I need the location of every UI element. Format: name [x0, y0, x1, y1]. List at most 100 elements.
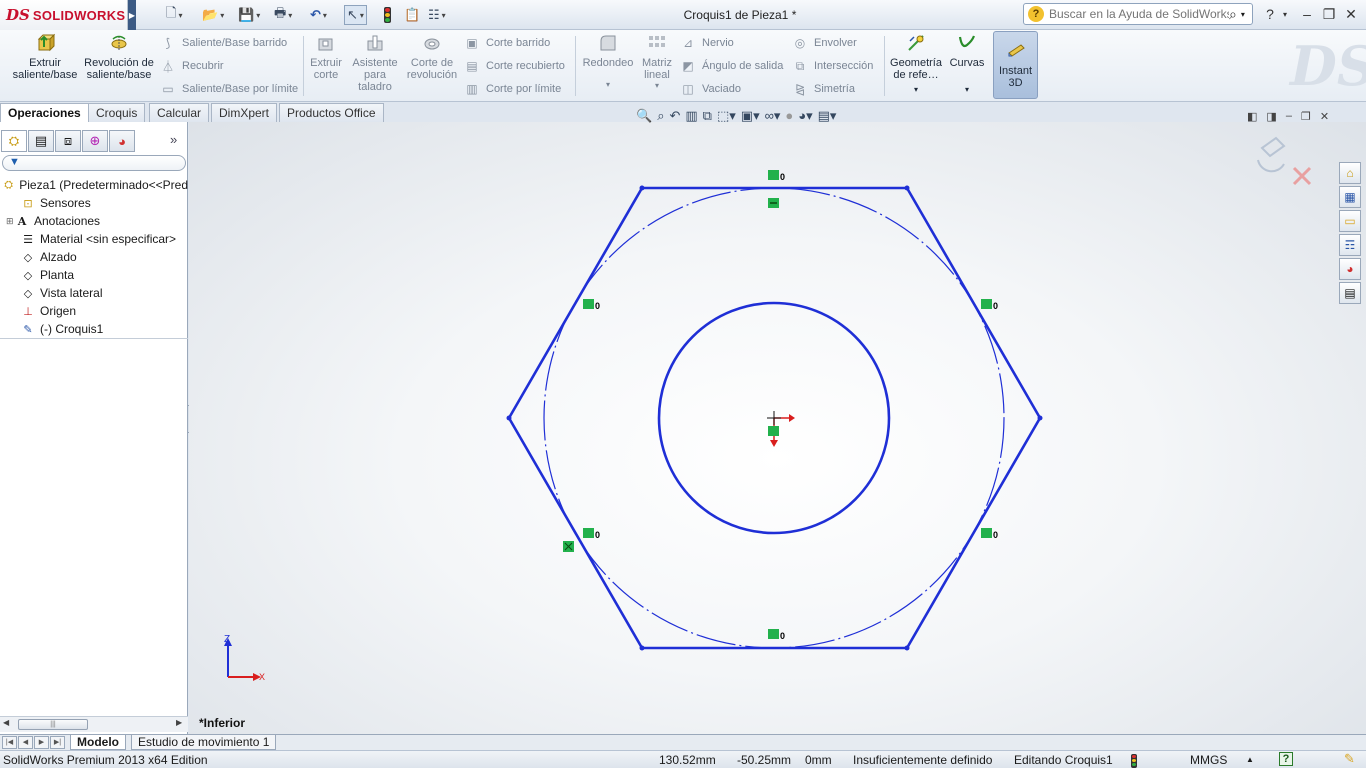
shell-button[interactable]: ◫ Vaciado — [680, 80, 741, 98]
panel-horizontal-scrollbar[interactable]: ◀ ||| ▶ — [0, 716, 188, 732]
sketch-point[interactable] — [904, 645, 910, 651]
instant3d-button[interactable]: Instant 3D — [993, 31, 1038, 99]
propertymanager-tab[interactable]: ▤ — [28, 130, 54, 152]
display-style-icon[interactable]: ▣▾ — [741, 108, 760, 126]
rib-button[interactable]: ⊿ Nervio — [680, 34, 734, 52]
dimxpertmanager-tab[interactable]: ⊕ — [82, 130, 108, 152]
sketch-canvas[interactable]: 0 0 0 0 0 0 Z X — [189, 122, 1366, 734]
print-button[interactable]: 🖶 ▾ — [274, 5, 292, 25]
view-settings-icon[interactable]: ▤▾ — [818, 108, 837, 126]
equal-relation-icon[interactable] — [981, 299, 992, 309]
minimize-button[interactable]: – — [1298, 4, 1316, 24]
zoom-area-icon[interactable]: ⌕ — [657, 108, 664, 126]
help-menu-dropdown[interactable]: ▾ — [1280, 4, 1290, 24]
loft-boss-button[interactable]: ⏃ Recubrir — [160, 57, 224, 75]
sketch-point[interactable] — [639, 185, 645, 191]
help-search-input[interactable] — [1049, 7, 1229, 21]
tab-modelo[interactable]: Modelo — [70, 735, 126, 750]
search-icon[interactable]: ⌕ — [1229, 6, 1237, 23]
file-explorer-tab[interactable]: ▭ — [1339, 210, 1361, 232]
linear-pattern-button[interactable]: Matriz lineal ▾ — [638, 32, 676, 92]
file-properties-button[interactable]: 📋 — [404, 5, 420, 25]
edit-appearance-icon[interactable]: ● — [785, 108, 793, 126]
tree-item-croquis1[interactable]: ✎ (-) Croquis1 — [0, 320, 188, 338]
help-search-box[interactable]: ? ⌕ ▾ — [1023, 3, 1253, 25]
help-menu-button[interactable]: ? — [1262, 4, 1278, 24]
expand-tabs-icon[interactable]: » — [170, 132, 177, 147]
tile-right-icon[interactable]: ◨ — [1266, 110, 1276, 123]
scroll-left-icon[interactable]: ◀ — [3, 718, 9, 727]
equal-relation-icon[interactable] — [583, 299, 594, 309]
mirror-button[interactable]: ⧎ Simetría — [792, 80, 855, 98]
menu-expand-icon[interactable]: ▶ — [128, 0, 136, 30]
reference-geometry-button[interactable]: Geometría de refe… ▾ — [888, 32, 944, 96]
hole-wizard-button[interactable]: Asistente para taladro — [350, 32, 400, 93]
prev-tab-icon[interactable]: ◀ — [18, 736, 33, 749]
doc-minimize-icon[interactable]: – — [1286, 110, 1292, 123]
select-button[interactable]: ↖ ▾ — [344, 5, 367, 25]
equal-relation-icon[interactable] — [768, 629, 779, 639]
exit-sketch-icon[interactable] — [1257, 136, 1286, 173]
tab-motion-study[interactable]: Estudio de movimiento 1 — [131, 735, 277, 750]
rebuild-status-icon[interactable] — [1131, 752, 1137, 768]
revolve-boss-button[interactable]: Revolución de saliente/base — [84, 32, 154, 81]
doc-close-icon[interactable]: ✕ — [1320, 110, 1329, 123]
revolve-cut-button[interactable]: Corte de revolución — [404, 32, 460, 81]
draft-button[interactable]: ◩ Ángulo de salida — [680, 57, 783, 75]
sketch-point[interactable] — [639, 645, 645, 651]
design-library-tab[interactable]: ▦ — [1339, 186, 1361, 208]
tree-item-alzado[interactable]: ◇ Alzado — [0, 248, 188, 266]
custom-properties-tab[interactable]: ▤ — [1339, 282, 1361, 304]
tree-item-anotaciones[interactable]: ⊞ A Anotaciones — [0, 212, 188, 230]
swept-boss-button[interactable]: ⟆ Saliente/Base barrido — [160, 34, 288, 52]
rebuild-button[interactable] — [384, 5, 391, 25]
scroll-right-icon[interactable]: ▶ — [176, 718, 182, 727]
wrap-button[interactable]: ◎ Envolver — [792, 34, 857, 52]
hide-show-items-icon[interactable]: ∞▾ — [765, 108, 781, 126]
expand-icon[interactable]: ⊞ — [6, 216, 14, 227]
loft-cut-button[interactable]: ▤ Corte recubierto — [464, 57, 565, 75]
dynamic-annotation-icon[interactable]: ⧉ — [703, 108, 712, 126]
open-button[interactable]: 📂 ▾ — [202, 5, 224, 25]
apply-scene-icon[interactable]: ◕▾ — [798, 108, 812, 126]
sketch-point[interactable] — [506, 415, 512, 421]
close-button[interactable]: ✕ — [1342, 4, 1360, 24]
appearances-tab[interactable]: ◕ — [1339, 258, 1361, 280]
next-tab-icon[interactable]: ▶ — [34, 736, 49, 749]
tree-item-vista-lateral[interactable]: ◇ Vista lateral — [0, 284, 188, 302]
help-status-button[interactable]: ? — [1279, 752, 1293, 766]
extrude-cut-button[interactable]: Extruir corte — [306, 32, 346, 81]
coincident-relation-icon[interactable] — [768, 426, 779, 436]
restore-button[interactable]: ❐ — [1320, 4, 1338, 24]
boundary-boss-button[interactable]: ▭ Saliente/Base por límite — [160, 80, 298, 98]
solidworks-logo[interactable]: DS SOLIDWORKS — [0, 0, 128, 30]
tab-croquis[interactable]: Croquis — [88, 103, 146, 122]
equal-relation-icon[interactable] — [768, 170, 779, 180]
equal-relation-icon[interactable] — [583, 528, 594, 538]
tree-root-part[interactable]: ⛭ Pieza1 (Predeterminado<<Pred — [0, 176, 188, 194]
save-button[interactable]: 💾 ▾ — [238, 5, 260, 25]
equal-relation-icon[interactable] — [981, 528, 992, 538]
configurationmanager-tab[interactable]: ⧈ — [55, 130, 81, 152]
intersect-button[interactable]: ⧉ Intersección — [792, 57, 874, 75]
doc-restore-icon[interactable]: ❐ — [1301, 110, 1311, 123]
tile-left-icon[interactable]: ◧ — [1247, 110, 1257, 123]
previous-view-icon[interactable]: ↶ — [669, 108, 680, 126]
tree-item-material[interactable]: ☰ Material <sin especificar> — [0, 230, 188, 248]
resources-tab[interactable]: ⌂ — [1339, 162, 1361, 184]
curves-button[interactable]: Curvas ▾ — [946, 32, 988, 96]
cancel-sketch-icon[interactable] — [1292, 166, 1312, 186]
tree-item-sensores[interactable]: ⊡ Sensores — [0, 194, 188, 212]
swept-cut-button[interactable]: ▣ Corte barrido — [464, 34, 550, 52]
featuremanager-tab[interactable]: ⛭ — [1, 130, 27, 152]
feedback-icon[interactable]: ✎ — [1344, 751, 1355, 767]
unit-system[interactable]: MMGS — [1190, 753, 1227, 767]
tree-item-origen[interactable]: ⊥ Origen — [0, 302, 188, 320]
displaymanager-tab[interactable]: ◕ — [109, 130, 135, 152]
tree-filter[interactable]: ▼ — [2, 155, 186, 171]
fillet-button[interactable]: Redondeo ▾ — [580, 32, 636, 91]
tab-dimxpert[interactable]: DimXpert — [211, 103, 278, 122]
options-button[interactable]: ☷ ▾ — [428, 5, 446, 25]
sketch-point[interactable] — [904, 185, 910, 191]
tree-item-planta[interactable]: ◇ Planta — [0, 266, 188, 284]
